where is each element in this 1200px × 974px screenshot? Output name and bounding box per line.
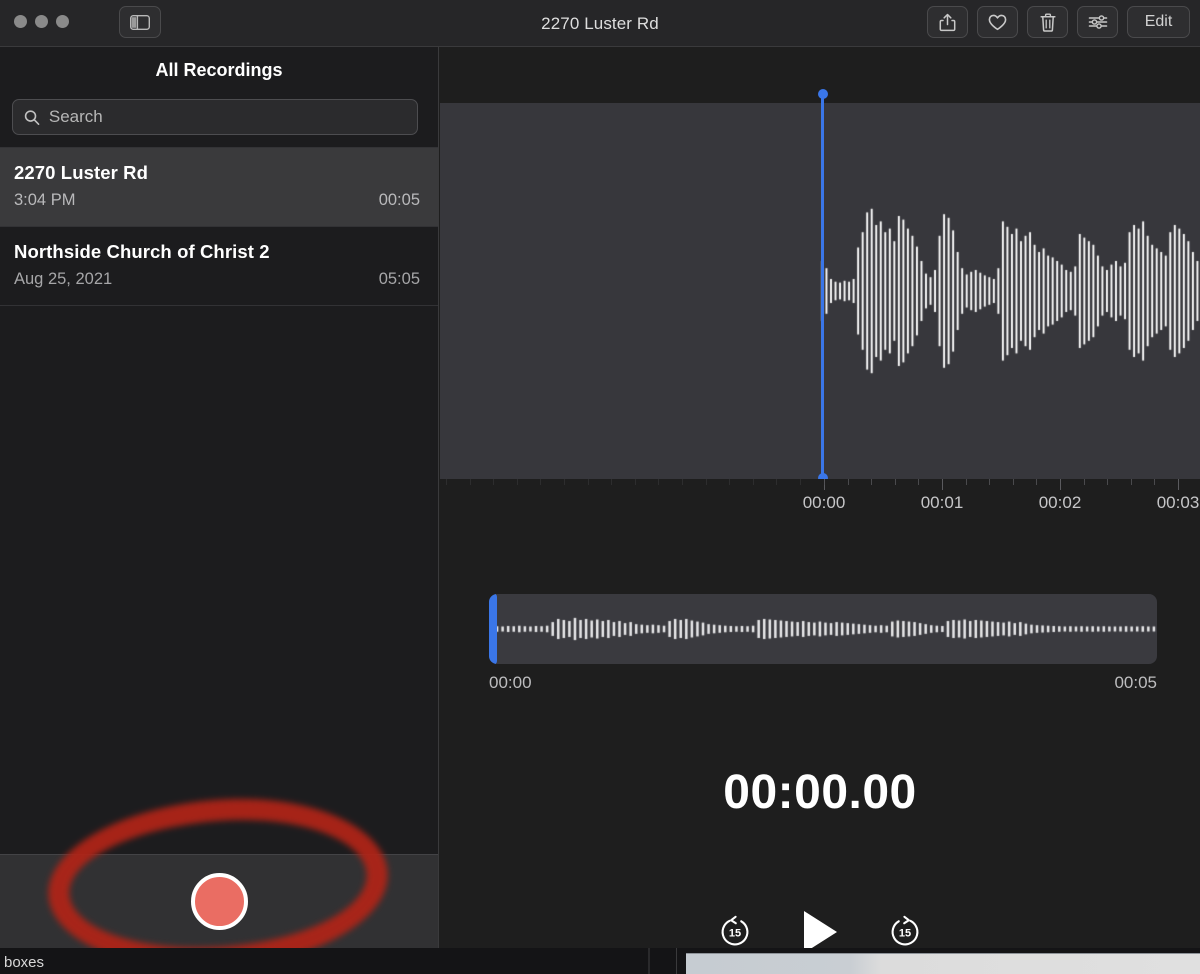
ruler-tick bbox=[848, 479, 849, 485]
ruler-tick bbox=[540, 479, 541, 485]
skip-forward-15-icon: 15 bbox=[888, 915, 922, 948]
time-ruler[interactable]: 00:00 00:01 00:02 00:03 bbox=[440, 479, 1200, 527]
ruler-tick bbox=[824, 479, 825, 485]
ruler-tick bbox=[517, 479, 518, 485]
delete-button[interactable] bbox=[1027, 6, 1068, 38]
recording-date: 3:04 PM bbox=[14, 191, 75, 210]
list-item[interactable]: 2270 Luster Rd 3:04 PM 00:05 bbox=[0, 148, 438, 227]
ruler-tick bbox=[1084, 479, 1085, 485]
ruler-label: 00:03 bbox=[1157, 493, 1200, 513]
recording-title: Northside Church of Christ 2 bbox=[14, 241, 420, 263]
overview-waveform bbox=[489, 594, 1157, 664]
background-partial-text: boxes bbox=[4, 954, 44, 972]
ruler-tick bbox=[493, 479, 494, 485]
play-icon bbox=[800, 909, 840, 948]
ruler-label: 00:00 bbox=[803, 493, 846, 513]
voice-memos-window: 2270 Luster Rd bbox=[0, 0, 1200, 948]
search-container bbox=[0, 93, 438, 147]
list-item[interactable]: Northside Church of Christ 2 Aug 25, 202… bbox=[0, 227, 438, 306]
ruler-tick bbox=[1036, 479, 1037, 485]
ruler-tick bbox=[611, 479, 612, 485]
scrubber-times: 00:00 00:05 bbox=[489, 673, 1157, 693]
ruler-tick bbox=[776, 479, 777, 485]
ruler-tick bbox=[800, 479, 801, 485]
scrubber-start-time: 00:00 bbox=[489, 673, 532, 693]
ruler-tick bbox=[1013, 479, 1014, 485]
record-button[interactable] bbox=[191, 873, 248, 930]
title-bar: 2270 Luster Rd bbox=[0, 0, 1200, 47]
current-time-display: 00:00.00 bbox=[440, 765, 1200, 820]
ruler-tick bbox=[635, 479, 636, 485]
detail-pane: 00:00 00:01 00:02 00:03 00:00 00:05 00:00.0… bbox=[440, 47, 1200, 948]
recording-meta: Aug 25, 2021 05:05 bbox=[14, 270, 420, 289]
recording-title: 2270 Luster Rd bbox=[14, 162, 420, 184]
scrubber-container: 00:00 00:05 bbox=[489, 594, 1157, 693]
ruler-tick bbox=[989, 479, 990, 485]
background-divider bbox=[648, 948, 650, 974]
ruler-tick bbox=[1154, 479, 1155, 485]
svg-text:15: 15 bbox=[729, 928, 741, 940]
favorite-button[interactable] bbox=[977, 6, 1018, 38]
ruler-label: 00:01 bbox=[921, 493, 964, 513]
recording-duration: 05:05 bbox=[379, 270, 420, 289]
skip-back-15-icon: 15 bbox=[718, 915, 752, 948]
ruler-tick bbox=[753, 479, 754, 485]
transport-controls: 15 15 bbox=[440, 909, 1200, 948]
svg-text:15: 15 bbox=[899, 928, 911, 940]
sidebar: All Recordings 2270 Luster Rd 3:04 PM 00… bbox=[0, 47, 439, 948]
search-icon bbox=[24, 109, 40, 126]
recordings-list: 2270 Luster Rd 3:04 PM 00:05 Northside C… bbox=[0, 147, 438, 306]
ruler-tick bbox=[706, 479, 707, 485]
recording-date: Aug 25, 2021 bbox=[14, 270, 112, 289]
waveform-panel[interactable] bbox=[440, 103, 1200, 479]
trash-icon bbox=[1040, 13, 1056, 32]
play-button[interactable] bbox=[800, 909, 840, 948]
scrubber-handle[interactable] bbox=[489, 594, 497, 664]
background-strip: boxes bbox=[0, 948, 1200, 974]
ruler-tick bbox=[942, 479, 943, 490]
ruler-tick bbox=[729, 479, 730, 485]
edit-button[interactable]: Edit bbox=[1127, 6, 1190, 38]
ruler-tick bbox=[588, 479, 589, 485]
toolbar: Edit bbox=[927, 6, 1190, 38]
scrubber-end-time: 00:05 bbox=[1114, 673, 1157, 693]
ruler-tick bbox=[446, 479, 447, 485]
record-bar bbox=[0, 854, 438, 948]
sidebar-header: All Recordings bbox=[0, 47, 438, 93]
ruler-tick bbox=[1178, 479, 1179, 490]
ruler-tick bbox=[682, 479, 683, 485]
search-field[interactable] bbox=[12, 99, 418, 135]
ruler-label: 00:02 bbox=[1039, 493, 1082, 513]
screen: 2270 Luster Rd bbox=[0, 0, 1200, 974]
ruler-tick bbox=[871, 479, 872, 485]
ruler-tick bbox=[1131, 479, 1132, 485]
playhead[interactable] bbox=[821, 94, 824, 478]
share-icon bbox=[939, 13, 956, 32]
ruler-tick bbox=[1107, 479, 1108, 485]
effects-button[interactable] bbox=[1077, 6, 1118, 38]
search-input[interactable] bbox=[49, 107, 406, 127]
heart-icon bbox=[988, 14, 1007, 31]
ruler-tick bbox=[895, 479, 896, 485]
skip-forward-15-button[interactable]: 15 bbox=[888, 915, 922, 948]
sliders-icon bbox=[1088, 15, 1108, 29]
recording-duration: 00:05 bbox=[379, 191, 420, 210]
recording-meta: 3:04 PM 00:05 bbox=[14, 191, 420, 210]
skip-back-15-button[interactable]: 15 bbox=[718, 915, 752, 948]
share-button[interactable] bbox=[927, 6, 968, 38]
ruler-tick bbox=[470, 479, 471, 485]
ruler-tick bbox=[1060, 479, 1061, 490]
scrubber-track[interactable] bbox=[489, 594, 1157, 664]
ruler-tick bbox=[918, 479, 919, 485]
ruler-tick bbox=[564, 479, 565, 485]
background-divider-2 bbox=[676, 948, 677, 974]
ruler-tick bbox=[658, 479, 659, 485]
ruler-tick bbox=[966, 479, 967, 485]
background-light-panel bbox=[686, 953, 1200, 974]
detail-waveform bbox=[440, 103, 1200, 479]
